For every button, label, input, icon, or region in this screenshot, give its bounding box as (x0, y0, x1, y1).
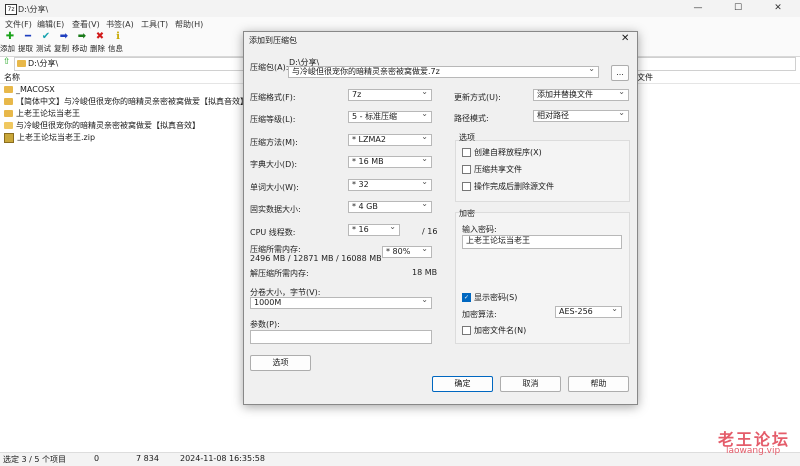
show-password-checkbox[interactable]: ✓ 显示密码(S) (462, 292, 517, 303)
cpu-select[interactable]: * 16 (348, 224, 400, 236)
add-icon: ✚ (5, 31, 15, 42)
folder-open-icon (4, 122, 13, 129)
column-right[interactable]: 文件 (637, 72, 653, 83)
app-icon: 7z (5, 4, 17, 15)
solid-select[interactable]: * 4 GB (348, 201, 432, 213)
menu-edit[interactable]: 编辑(E) (37, 19, 64, 30)
options-button[interactable]: 选项 (250, 355, 311, 371)
path-select[interactable]: 相对路径 (533, 110, 629, 122)
menu-view[interactable]: 查看(V) (72, 19, 100, 30)
status-selection: 选定 3 / 5 个项目 (3, 455, 67, 464)
test-icon: ✔ (41, 31, 51, 42)
mem-pct-select[interactable]: * 80% (382, 246, 432, 258)
enc-method-label: 加密算法: (462, 310, 497, 319)
format-select[interactable]: 7z (348, 89, 432, 101)
copy-icon: ➡ (59, 31, 69, 42)
up-arrow-icon[interactable]: ⇧ (3, 57, 11, 67)
cancel-button[interactable]: 取消 (500, 376, 561, 392)
word-label: 单词大小(W): (250, 183, 299, 192)
dialog-title: 添加到压缩包 (249, 36, 297, 45)
menu-help[interactable]: 帮助(H) (175, 19, 203, 30)
status-date: 2024-11-08 16:35:58 (180, 454, 265, 463)
menu-tools[interactable]: 工具(T) (141, 19, 168, 30)
encrypt-names-checkbox[interactable]: 加密文件名(N) (462, 325, 526, 336)
folder-icon (4, 98, 13, 105)
password-input[interactable]: 上老王论坛当老王 (462, 235, 622, 249)
decomp-label: 解压缩所需内存: (250, 269, 309, 278)
params-label: 参数(P): (250, 320, 280, 329)
level-select[interactable]: 5 - 标准压缩 (348, 111, 432, 123)
word-select[interactable]: * 32 (348, 179, 432, 191)
cpu-label: CPU 线程数: (250, 228, 296, 237)
format-label: 压缩格式(F): (250, 93, 296, 102)
move-icon: ➡ (77, 31, 87, 42)
password-label: 输入密码: (462, 225, 497, 234)
decomp-value: 18 MB (412, 268, 438, 277)
close-button[interactable]: ✕ (758, 2, 798, 15)
status-count: 0 (94, 454, 100, 463)
test-button[interactable]: ✔ 测试 (36, 31, 56, 53)
cpu-total: / 16 (422, 227, 438, 236)
checkmark-icon: ✓ (462, 293, 471, 302)
ok-button[interactable]: 确定 (432, 376, 493, 392)
mem-value: 2496 MB / 12871 MB / 16088 MB (250, 254, 382, 263)
delete-icon: ✖ (95, 31, 105, 42)
shared-checkbox[interactable]: 压缩共享文件 (462, 164, 522, 175)
add-button[interactable]: ✚ 添加 (0, 31, 20, 53)
update-select[interactable]: 添加并替换文件 (533, 89, 629, 101)
menu-file[interactable]: 文件(F) (5, 19, 32, 30)
help-button[interactable]: 帮助 (568, 376, 629, 392)
delete-source-checkbox[interactable]: 操作完成后删除源文件 (462, 181, 554, 192)
watermark-url: laowang.vip (726, 446, 781, 456)
archive-name-input[interactable]: 与冷峻但很宠你的暗精灵亲密被窝做爱.7z (288, 66, 599, 78)
list-item[interactable]: 【简体中文】与冷峻但很宠你的暗精灵亲密被窝做爱【拟真音效】 (4, 96, 248, 107)
maximize-button[interactable]: ☐ (718, 2, 758, 15)
options-group-title: 选项 (459, 133, 475, 142)
folder-icon (4, 86, 13, 93)
enc-method-select[interactable]: AES-256 (555, 306, 622, 318)
sfx-checkbox[interactable]: 创建自释放程序(X) (462, 147, 542, 158)
info-icon: ℹ (116, 31, 120, 42)
move-button[interactable]: ➡ 移动 (72, 31, 92, 53)
list-item[interactable]: _MACOSX (4, 84, 55, 95)
browse-button[interactable]: ... (611, 65, 629, 81)
column-name[interactable]: 名称 (4, 72, 20, 83)
window-title: D:\分享\ (18, 5, 49, 14)
menu-bookmarks[interactable]: 书签(A) (106, 19, 134, 30)
method-label: 压缩方法(M): (250, 138, 298, 147)
extract-button[interactable]: ━ 提取 (18, 31, 38, 53)
dict-label: 字典大小(D): (250, 160, 298, 169)
encryption-group-title: 加密 (459, 209, 475, 218)
list-item[interactable]: 与冷峻但很宠你的暗精灵亲密被窝做爱【拟真音效】 (4, 120, 200, 131)
list-item[interactable]: 上老王论坛当老王 (4, 108, 80, 119)
update-label: 更新方式(U): (454, 93, 501, 102)
status-bar (0, 452, 800, 466)
info-button[interactable]: ℹ 信息 (108, 31, 128, 53)
status-size: 7 834 (136, 454, 159, 463)
params-input[interactable] (250, 330, 432, 344)
minimize-button[interactable]: — (678, 2, 718, 15)
extract-icon: ━ (24, 31, 32, 42)
dialog-close-icon[interactable]: ✕ (621, 33, 629, 44)
dict-select[interactable]: * 16 MB (348, 156, 432, 168)
folder-icon (17, 60, 26, 67)
delete-button[interactable]: ✖ 删除 (90, 31, 110, 53)
solid-label: 固实数据大小: (250, 205, 301, 214)
split-select[interactable]: 1000M (250, 297, 432, 309)
list-item[interactable]: 上老王论坛当老王.zip (4, 132, 95, 143)
zip-icon (4, 132, 14, 143)
archive-label: 压缩包(A): (250, 63, 289, 72)
path-label: 路径模式: (454, 114, 489, 123)
folder-icon (4, 110, 13, 117)
method-select[interactable]: * LZMA2 (348, 134, 432, 146)
copy-button[interactable]: ➡ 复制 (54, 31, 74, 53)
level-label: 压缩等级(L): (250, 115, 296, 124)
address-text: D:\分享\ (28, 59, 59, 68)
